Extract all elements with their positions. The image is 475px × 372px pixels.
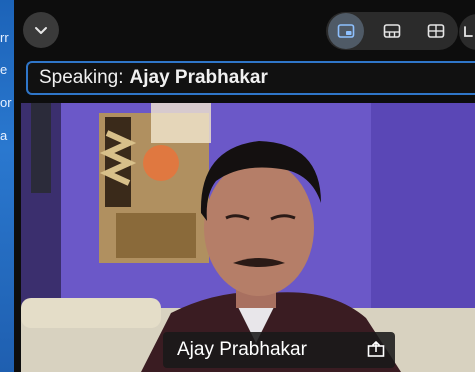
desktop-text-fragment: a xyxy=(0,128,8,143)
speaker-view-icon xyxy=(337,24,355,38)
gallery-view-icon xyxy=(427,24,445,38)
speaker-view-button[interactable] xyxy=(328,13,364,49)
meeting-toolbar xyxy=(14,0,475,58)
chevron-down-icon xyxy=(35,27,47,34)
collapse-button[interactable] xyxy=(23,12,59,48)
filmstrip-view-icon xyxy=(383,24,401,38)
desktop-text-fragment: rr xyxy=(0,30,9,45)
participant-video[interactable]: Ajay Prabhakar xyxy=(21,103,475,372)
meeting-window: Speaking: Ajay Prabhakar Ajay Prabhakar xyxy=(14,0,475,372)
desktop-text-fragment: e xyxy=(0,62,8,77)
desktop-text-fragment: or xyxy=(0,95,12,110)
exit-icon xyxy=(464,26,473,37)
desktop-background: rr e or a xyxy=(0,0,14,372)
share-screen-icon[interactable] xyxy=(366,339,386,365)
layout-switcher xyxy=(326,12,458,50)
gallery-view-button[interactable] xyxy=(418,13,454,49)
participant-name: Ajay Prabhakar xyxy=(177,339,307,360)
active-speaker-name: Ajay Prabhakar xyxy=(129,67,268,88)
participant-nameplate: Ajay Prabhakar xyxy=(163,332,395,368)
more-options-button[interactable] xyxy=(459,14,475,50)
filmstrip-view-button[interactable] xyxy=(374,13,410,49)
speaking-label: Speaking: xyxy=(39,67,124,88)
speaking-indicator: Speaking: Ajay Prabhakar xyxy=(26,61,475,95)
